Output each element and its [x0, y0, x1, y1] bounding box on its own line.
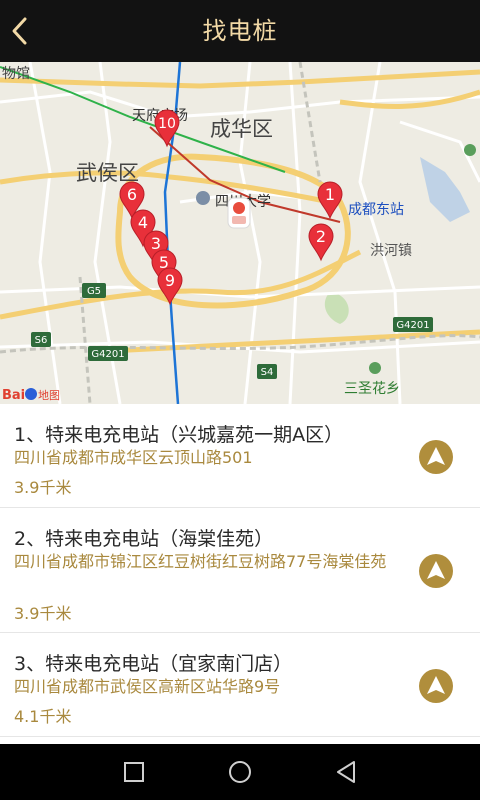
- navigate-button[interactable]: [419, 554, 453, 588]
- navigation-arrow-icon: [427, 561, 445, 579]
- highway-shield-g4201-left: G4201: [88, 346, 128, 361]
- page-title: 找电桩: [202, 17, 278, 45]
- station-distance: 3.9千米: [14, 604, 72, 623]
- station-address: 四川省成都市成华区云顶山路501: [14, 448, 253, 467]
- current-location-marker: [227, 197, 251, 229]
- map-pin-label: 10: [158, 116, 176, 132]
- station-address: 四川省成都市武侯区高新区站华路9号: [14, 677, 281, 696]
- navigate-button[interactable]: [419, 669, 453, 703]
- label-chengdu-east: 成都东站: [348, 202, 404, 218]
- station-name: 3、特来电充电站（宜家南门店）: [14, 653, 293, 675]
- map-pin-label: 4: [138, 213, 148, 232]
- triangle-back-icon: [337, 761, 355, 783]
- park-icon: [369, 362, 381, 374]
- highway-label-s4: S4: [261, 367, 274, 378]
- label-wuhou: 武侯区: [76, 161, 139, 185]
- station-list[interactable]: 1、特来电充电站（兴城嘉苑一期A区） 四川省成都市成华区云顶山路501 3.9千…: [0, 404, 480, 744]
- circle-icon: [229, 761, 251, 783]
- highway-label-s6: S6: [35, 335, 48, 346]
- list-item[interactable]: 1、特来电充电站（兴城嘉苑一期A区） 四川省成都市成华区云顶山路501 3.9千…: [0, 404, 480, 508]
- navigation-arrow-icon: [427, 676, 445, 694]
- home-button[interactable]: [222, 754, 258, 790]
- paw-icon: [25, 388, 37, 400]
- list-item[interactable]: 3、特来电充电站（宜家南门店） 四川省成都市武侯区高新区站华路9号 4.1千米: [0, 633, 480, 737]
- highway-shield-g4201-right: G4201: [393, 317, 433, 332]
- highway-label-g5: G5: [87, 286, 101, 297]
- map-pin-label: 9: [165, 271, 175, 290]
- map-pin-label: 6: [127, 185, 137, 204]
- navigate-button[interactable]: [419, 440, 453, 474]
- station-address: 四川省成都市锦江区红豆树街红豆树路77号海棠佳苑: [14, 552, 387, 571]
- map-pin-label: 2: [316, 227, 326, 246]
- map-view[interactable]: G5 S6 G4201 G4201 S4 物馆 天府广场 成华区 武侯区 四川大…: [0, 62, 480, 404]
- station-name: 1、特来电充电站（兴城嘉苑一期A区）: [14, 424, 344, 446]
- recent-apps-button[interactable]: [116, 754, 152, 790]
- system-nav-bar: [0, 744, 480, 800]
- baidu-logo-map: 地图: [38, 389, 60, 402]
- top-bar: 找电桩: [0, 0, 480, 62]
- navigation-arrow-icon: [427, 447, 445, 465]
- label-museum: 物馆: [2, 66, 30, 82]
- chevron-left-icon: [12, 17, 27, 45]
- station-distance: 4.1千米: [14, 707, 72, 726]
- back-nav-button[interactable]: [328, 754, 364, 790]
- list-item[interactable]: 2、特来电充电站（海棠佳苑） 四川省成都市锦江区红豆树街红豆树路77号海棠佳苑 …: [0, 508, 480, 633]
- label-sansheng: 三圣花乡: [344, 381, 400, 397]
- station-name: 2、特来电充电站（海棠佳苑）: [14, 528, 274, 550]
- park-icon: [464, 144, 476, 156]
- highway-label-g4201-right: G4201: [396, 320, 429, 331]
- highway-shield-s6: S6: [31, 332, 51, 347]
- school-icon: [196, 191, 210, 205]
- label-chenghua: 成华区: [210, 117, 273, 141]
- map-canvas[interactable]: G5 S6 G4201 G4201 S4 物馆 天府广场 成华区 武侯区 四川大…: [0, 62, 480, 404]
- map-pin-label: 3: [151, 234, 161, 253]
- baidu-logo-text: Bai: [2, 388, 25, 403]
- square-icon: [124, 762, 144, 782]
- highway-shield-s4: S4: [257, 364, 277, 379]
- station-distance: 3.9千米: [14, 478, 72, 497]
- map-pin-label: 1: [325, 185, 335, 204]
- back-button[interactable]: [6, 14, 34, 48]
- highway-shield-g5: G5: [82, 283, 106, 298]
- highway-label-g4201-left: G4201: [91, 349, 124, 360]
- label-honghe: 洪河镇: [370, 243, 412, 259]
